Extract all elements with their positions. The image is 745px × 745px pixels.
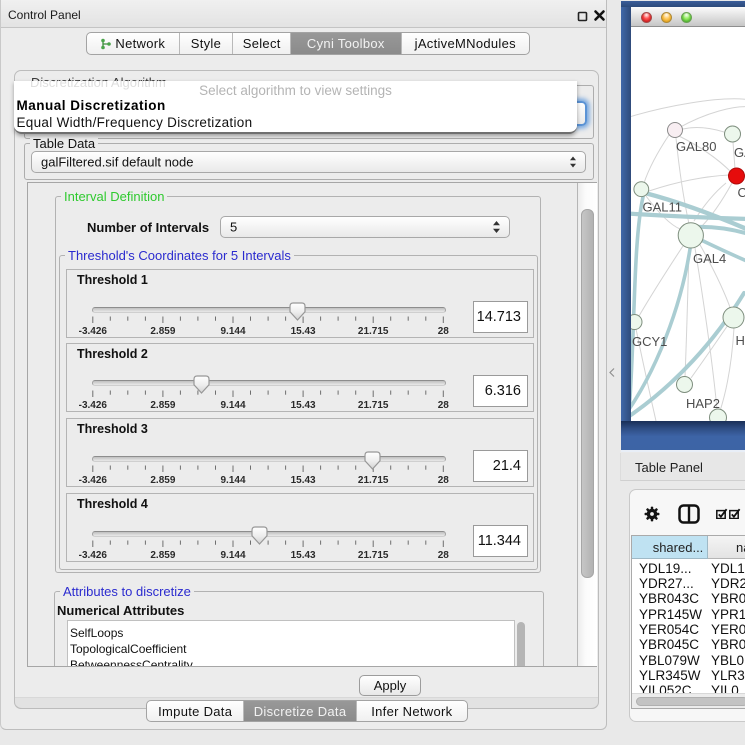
svg-text:C: C [738, 185, 745, 200]
svg-text:GA: GA [734, 145, 745, 160]
svg-text:GAL80: GAL80 [676, 139, 716, 154]
svg-text:GCY1: GCY1 [632, 334, 667, 349]
svg-text:GAL11: GAL11 [643, 200, 683, 215]
svg-text:HAP2: HAP2 [686, 396, 720, 411]
svg-text:H: H [736, 333, 745, 348]
svg-text:GAL4: GAL4 [693, 251, 726, 266]
